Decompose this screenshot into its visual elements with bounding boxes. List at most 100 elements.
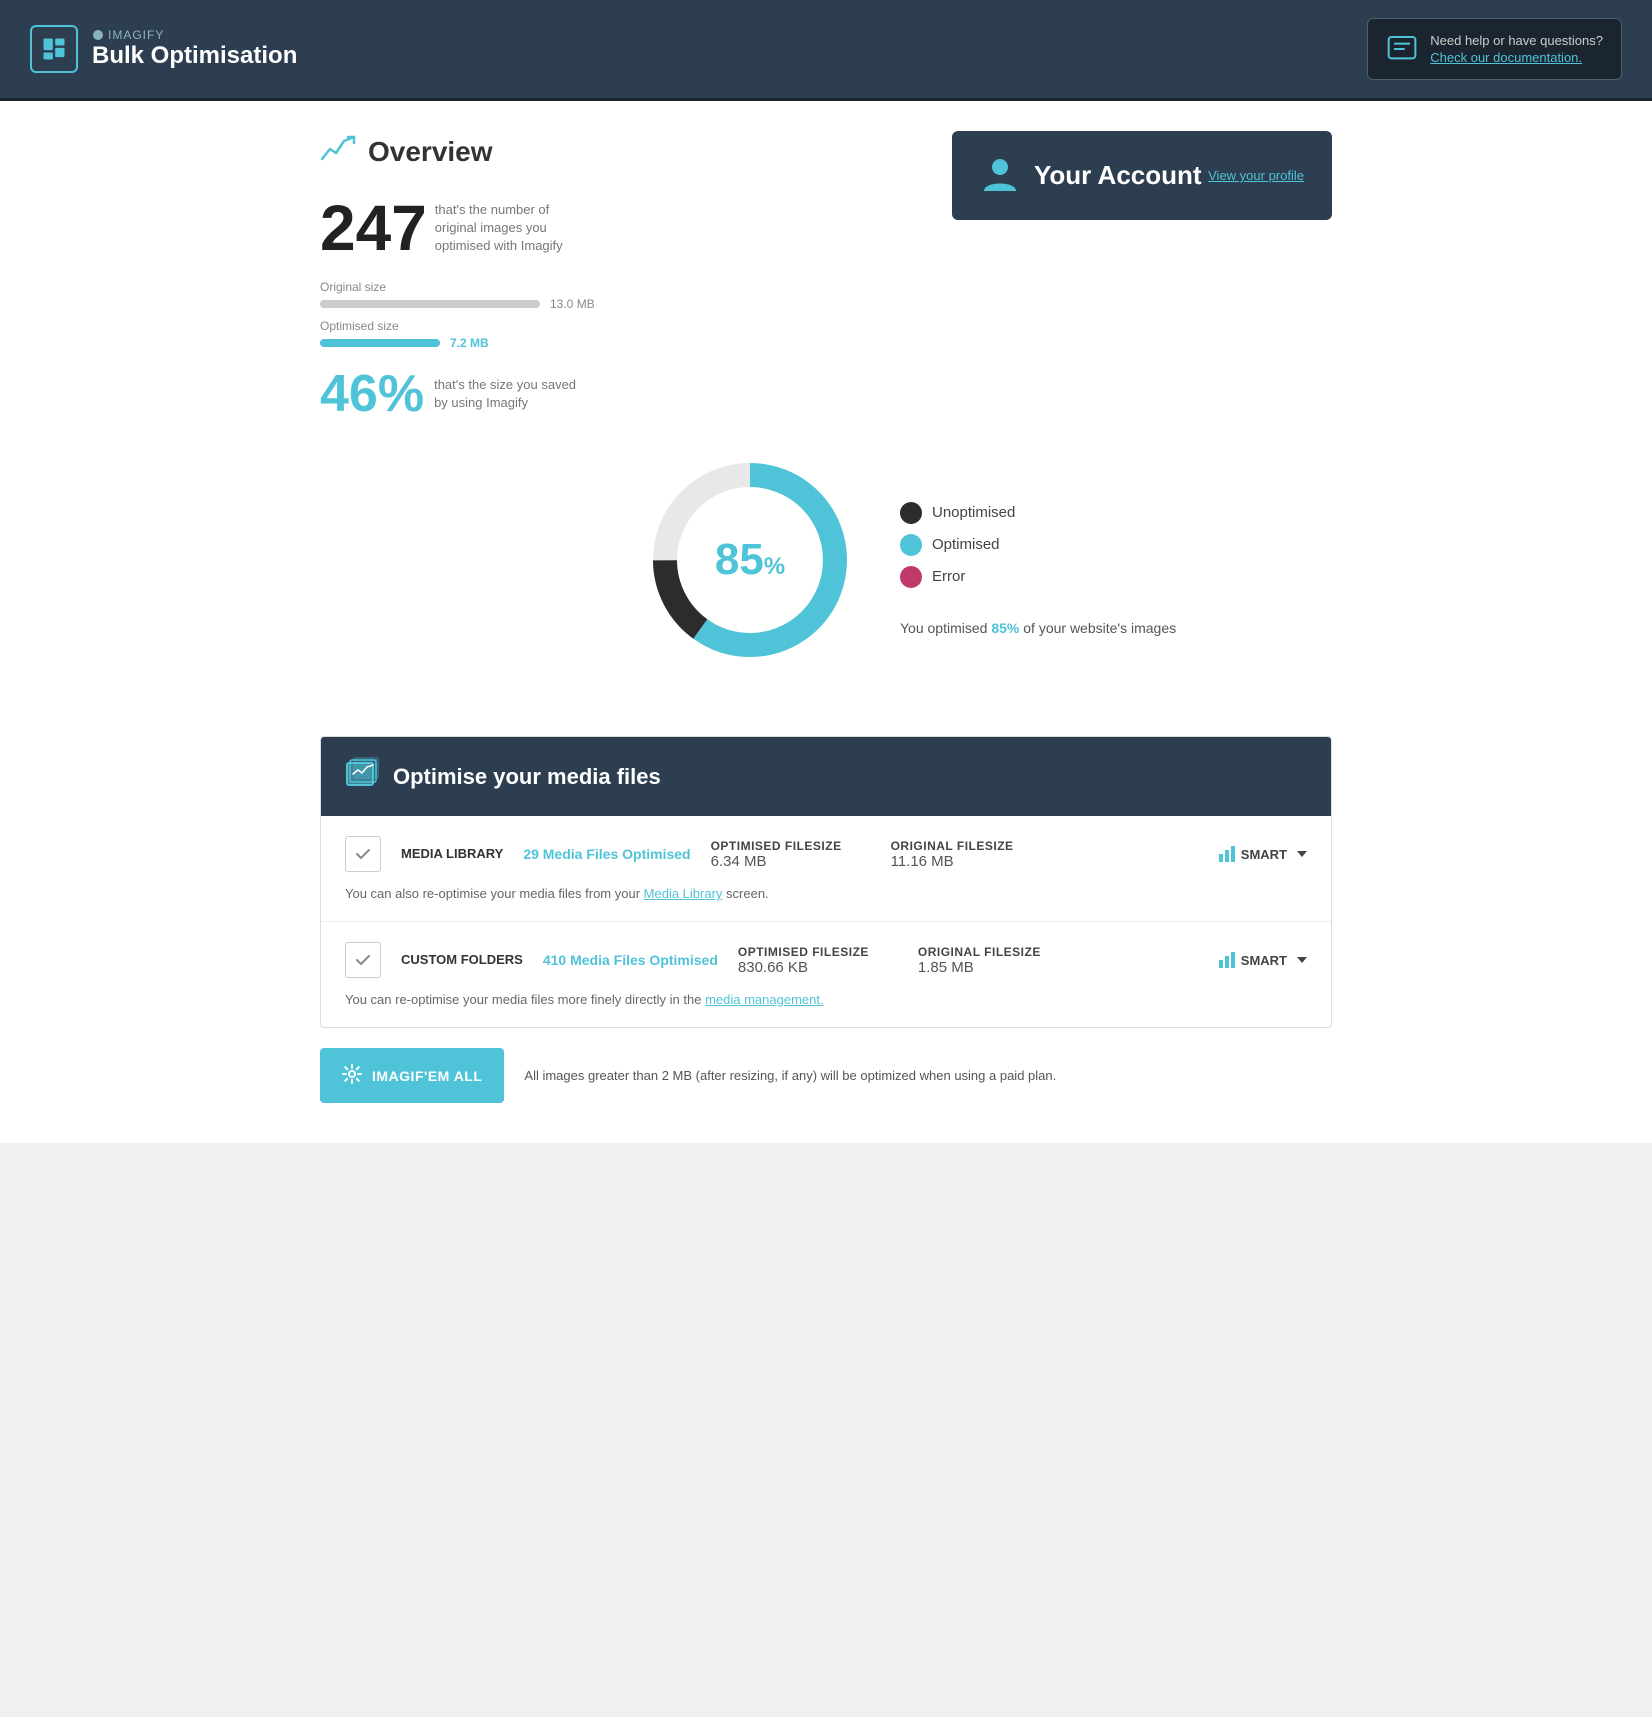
account-panel-left: Your Account: [980, 153, 1202, 198]
donut-center: 85%: [715, 535, 785, 585]
documentation-link[interactable]: Check our documentation.: [1430, 50, 1603, 65]
custom-folders-smart-label: SMART: [1241, 953, 1287, 968]
custom-folders-row-main: CUSTOM FOLDERS 410 Media Files Optimised…: [345, 942, 1307, 978]
media-section-title: Optimise your media files: [393, 764, 661, 790]
optimised-size-bar-wrap: 7.2 MB: [320, 336, 922, 350]
media-management-link[interactable]: media management.: [705, 992, 824, 1007]
chart-legend: Unoptimised Optimised Error: [900, 502, 1015, 588]
savings-row: 46% that's the size you saved by using I…: [320, 368, 922, 420]
media-library-smart-label: SMART: [1241, 847, 1287, 862]
media-library-optimised-filesize: OPTIMISED FILESIZE 6.34 MB: [711, 839, 871, 870]
help-panel: Need help or have questions? Check our d…: [1367, 18, 1622, 80]
help-text: Need help or have questions?: [1430, 33, 1603, 48]
page-wrapper: Overview 247 that's the number of origin…: [300, 101, 1352, 1143]
account-avatar-icon: [980, 153, 1020, 198]
help-icon: [1386, 33, 1418, 65]
custom-folders-original-filesize: ORIGINAL FILESIZE 1.85 MB: [918, 945, 1078, 976]
images-count: 247: [320, 196, 427, 260]
original-size-bar: [320, 300, 540, 308]
custom-folders-sub-note: You can re-optimise your media files mor…: [345, 992, 1307, 1007]
overview-header: Overview: [320, 131, 922, 172]
custom-folders-original-filesize-value: 1.85 MB: [918, 959, 1078, 976]
imagifem-all-button[interactable]: IMAGIF'EM ALL: [320, 1048, 504, 1103]
media-library-optimised-filesize-label: OPTIMISED FILESIZE: [711, 839, 871, 853]
help-text-block: Need help or have questions? Check our d…: [1430, 33, 1603, 65]
overview-top-row: Overview 247 that's the number of origin…: [320, 131, 1332, 420]
smart-bars-icon: [1219, 846, 1235, 862]
imagifem-section: IMAGIF'EM ALL All images greater than 2 …: [320, 1028, 1332, 1113]
original-size-value: 13.0 MB: [550, 297, 595, 311]
overview-chart-icon: [320, 131, 356, 172]
custom-folders-smart-button[interactable]: SMART: [1219, 952, 1307, 968]
original-size-row: Original size 13.0 MB: [320, 280, 922, 311]
media-library-original-filesize: ORIGINAL FILESIZE 11.16 MB: [891, 839, 1051, 870]
page-title: Bulk Optimisation: [92, 42, 297, 70]
savings-percent: 46%: [320, 368, 424, 420]
legend-label-error: Error: [932, 568, 965, 585]
custom-folders-name: CUSTOM FOLDERS: [401, 952, 523, 969]
custom-folders-check-icon: [345, 942, 381, 978]
legend-label-unoptimised: Unoptimised: [932, 504, 1015, 521]
brand-icon: [92, 29, 104, 41]
smart-bars-icon-2: [1219, 952, 1235, 968]
media-library-row-main: MEDIA LIBRARY 29 Media Files Optimised O…: [345, 836, 1307, 872]
optimised-size-bar: [320, 339, 440, 347]
media-library-sub-note: You can also re-optimise your media file…: [345, 886, 1307, 901]
media-library-name: MEDIA LIBRARY: [401, 846, 503, 863]
media-library-check-icon: [345, 836, 381, 872]
imagifem-note: All images greater than 2 MB (after resi…: [524, 1068, 1332, 1083]
overview-section: Overview 247 that's the number of origin…: [320, 101, 1332, 706]
custom-folders-original-filesize-label: ORIGINAL FILESIZE: [918, 945, 1078, 959]
view-profile-link[interactable]: View your profile: [1208, 168, 1304, 183]
legend-dot-optimised: [900, 534, 922, 556]
custom-folders-optimised-filesize-label: OPTIMISED FILESIZE: [738, 945, 898, 959]
original-size-label: Original size: [320, 280, 922, 294]
smart-dropdown-chevron-2: [1297, 957, 1307, 963]
legend-and-caption: Unoptimised Optimised Error You optimise…: [900, 498, 1176, 639]
overview-right-col: Your Account View your profile: [952, 131, 1332, 220]
optimised-caption: You optimised 85% of your website's imag…: [900, 618, 1176, 639]
media-library-original-filesize-label: ORIGINAL FILESIZE: [891, 839, 1051, 853]
overview-left-col: Overview 247 that's the number of origin…: [320, 131, 922, 420]
media-section-header: Optimise your media files: [321, 737, 1331, 816]
smart-dropdown-chevron: [1297, 851, 1307, 857]
images-count-row: 247 that's the number of original images…: [320, 196, 922, 260]
main-content: Overview 247 that's the number of origin…: [0, 101, 1652, 1143]
legend-item-unoptimised: Unoptimised: [900, 502, 1015, 524]
caption-after: of your website's images: [1019, 620, 1176, 636]
bulk-optimisation-icon: [40, 35, 68, 63]
legend-item-optimised: Optimised: [900, 534, 1015, 556]
savings-desc: that's the size you saved by using Imagi…: [434, 376, 584, 412]
media-files-icon: [345, 757, 379, 796]
account-title: Your Account: [1034, 160, 1202, 191]
donut-percent-sign: %: [764, 553, 785, 580]
gear-icon: [342, 1064, 362, 1087]
donut-chart: 85%: [640, 450, 860, 670]
caption-percent: 85%: [991, 620, 1019, 636]
imagifem-button-label: IMAGIF'EM ALL: [372, 1068, 482, 1084]
optimised-size-value: 7.2 MB: [450, 336, 489, 350]
legend-label-optimised: Optimised: [932, 536, 1000, 553]
images-count-desc: that's the number of original images you…: [435, 201, 595, 256]
legend-dot-error: [900, 566, 922, 588]
donut-section: 85% Unoptimised Optimised: [320, 450, 1332, 686]
original-size-bar-wrap: 13.0 MB: [320, 297, 922, 311]
legend-dot-unoptimised: [900, 502, 922, 524]
donut-percent-value: 85: [715, 535, 764, 584]
caption-before: You optimised: [900, 620, 991, 636]
media-library-optimised-filesize-value: 6.34 MB: [711, 853, 871, 870]
page-header: IMAGIFY Bulk Optimisation Need help or h…: [0, 0, 1652, 101]
legend-item-error: Error: [900, 566, 1015, 588]
overview-title: Overview: [368, 136, 493, 168]
media-library-smart-button[interactable]: SMART: [1219, 846, 1307, 862]
media-library-link[interactable]: Media Library: [644, 886, 723, 901]
logo-icon: [30, 25, 78, 73]
custom-folders-optimised-filesize: OPTIMISED FILESIZE 830.66 KB: [738, 945, 898, 976]
media-library-original-filesize-value: 11.16 MB: [891, 853, 1051, 870]
optimised-size-label: Optimised size: [320, 319, 922, 333]
media-library-count: 29 Media Files Optimised: [523, 846, 690, 862]
media-section: Optimise your media files MEDIA LIBRARY …: [320, 736, 1332, 1028]
optimised-size-row: Optimised size 7.2 MB: [320, 319, 922, 350]
media-library-row: MEDIA LIBRARY 29 Media Files Optimised O…: [321, 816, 1331, 922]
header-title-block: IMAGIFY Bulk Optimisation: [92, 28, 297, 70]
